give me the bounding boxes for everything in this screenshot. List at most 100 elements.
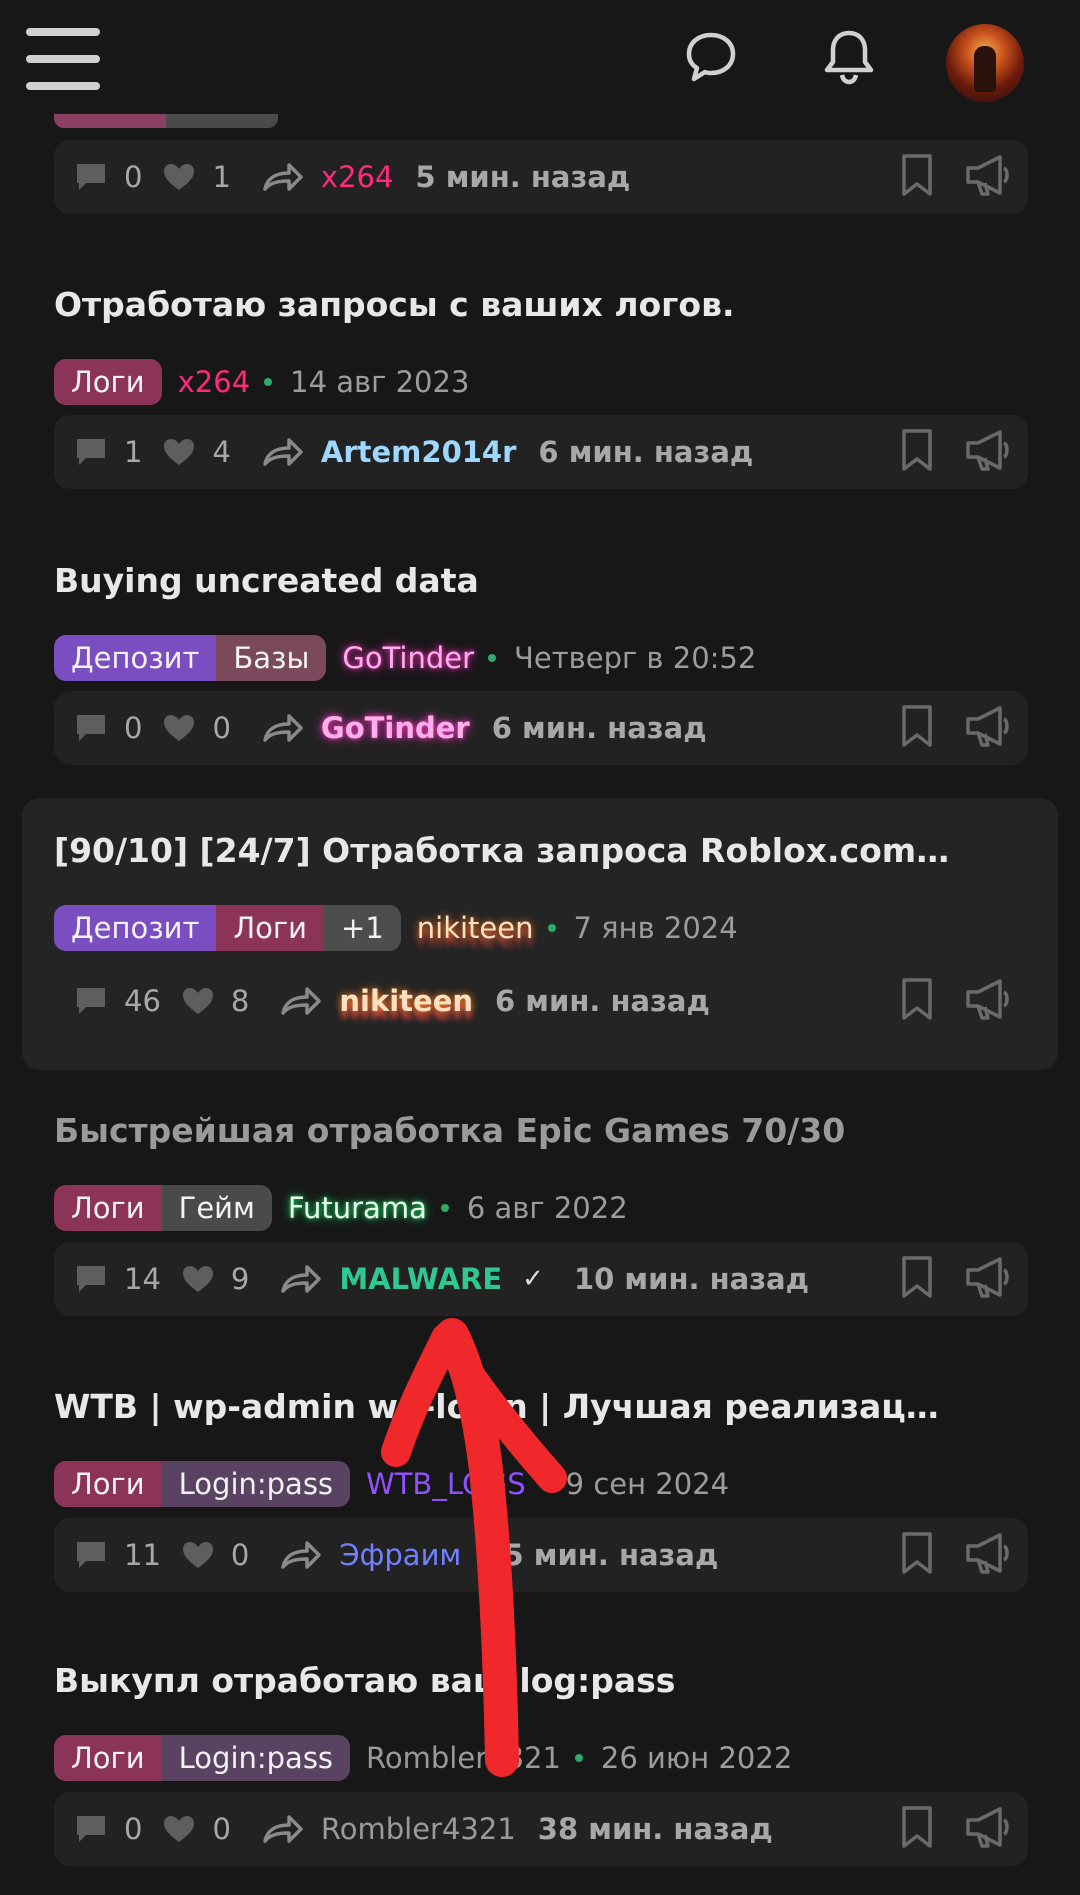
thread-meta: Депозит Логи +1 nikiteen 7 янв 2024 <box>54 904 738 952</box>
thread-item[interactable]: Buying uncreated data Депозит Базы GoTin… <box>0 556 1080 766</box>
like-count: 0 <box>230 1538 250 1572</box>
last-poster-link[interactable]: GoTinder <box>321 711 470 745</box>
thread-meta: Логи x264 14 авг 2023 <box>54 358 469 406</box>
thread-stats-bar: 14 9 MALWARE ✓ 10 мин. назад <box>54 1242 1028 1316</box>
tag-logi[interactable]: Логи <box>54 1735 162 1781</box>
thread-item-highlighted[interactable]: [90/10] [24/7] Отработка запроса Roblox.… <box>22 798 1058 1070</box>
heart-icon[interactable] <box>181 1540 215 1570</box>
bookmark-icon[interactable] <box>898 152 936 198</box>
thread-stats-bar: 0 0 GoTinder 6 мин. назад <box>54 691 1028 765</box>
thread-meta: Логи Login:pass WTB_LOGS 9 сен 2024 <box>54 1460 729 1508</box>
last-poster-link[interactable]: MALWARE <box>339 1262 502 1296</box>
last-poster-link[interactable]: Artem2014r <box>321 435 517 469</box>
thread-title[interactable]: Buying uncreated data <box>54 560 954 602</box>
speech-bubble-icon[interactable] <box>684 30 738 84</box>
reply-count: 14 <box>124 1262 161 1296</box>
thread-meta: Депозит Базы GoTinder Четверг в 20:52 <box>54 634 756 682</box>
comment-icon <box>77 439 105 465</box>
last-poster-link[interactable]: Эфраим <box>339 1538 461 1572</box>
megaphone-icon[interactable] <box>964 1254 1014 1300</box>
last-poster-link[interactable]: x264 <box>321 160 394 194</box>
thread-stats-bar: 46 8 nikiteen 6 мин. назад <box>54 964 1028 1038</box>
forward-arrow-icon <box>263 163 303 191</box>
bookmark-icon[interactable] <box>898 703 936 749</box>
megaphone-icon[interactable] <box>964 1530 1014 1576</box>
separator-dot <box>539 1480 548 1488</box>
heart-icon[interactable] <box>162 162 196 192</box>
thread-title[interactable]: Отработаю запросы с ваших логов. <box>54 284 954 326</box>
like-count: 0 <box>212 1812 231 1846</box>
heart-icon[interactable] <box>181 986 215 1016</box>
hamburger-menu-icon[interactable] <box>26 28 100 90</box>
bookmark-icon[interactable] <box>898 1804 936 1850</box>
megaphone-icon[interactable] <box>964 1804 1014 1850</box>
reply-count: 1 <box>124 435 143 469</box>
tag-logi[interactable]: Логи <box>54 1461 162 1507</box>
bookmark-icon[interactable] <box>898 1254 936 1300</box>
last-post-time: 6 мин. назад <box>538 435 754 469</box>
comment-icon <box>77 1266 105 1292</box>
thread-meta: Логи Login:pass Rombler4321 26 июн 2022 <box>54 1734 792 1782</box>
thread-stats-bar: 11 0 Эфраим 15 мин. назад <box>54 1518 1028 1592</box>
author-link[interactable]: WTB_LOGS <box>366 1467 526 1501</box>
tag-logi[interactable]: Логи <box>54 1185 162 1231</box>
thread-item[interactable]: Отработаю запросы с ваших логов. Логи x2… <box>0 280 1080 490</box>
comment-icon <box>77 988 105 1014</box>
like-count: 8 <box>230 984 250 1018</box>
thread-item[interactable]: Выкупл отработаю ваш log:pass Логи Login… <box>0 1660 1080 1870</box>
author-link[interactable]: nikiteen <box>417 911 534 945</box>
separator-dot <box>264 378 273 386</box>
like-count: 0 <box>212 711 231 745</box>
last-poster-link[interactable]: Rombler4321 <box>321 1812 516 1846</box>
thread-title[interactable]: WTB | wp-admin wp-login | Лучшая реализа… <box>54 1386 954 1428</box>
thread-item[interactable]: 0 1 x264 5 мин. назад <box>0 140 1080 214</box>
tag-login-pass[interactable]: Login:pass <box>161 1461 351 1507</box>
top-bar <box>0 0 1080 120</box>
tag-logi[interactable]: Логи <box>216 905 325 951</box>
heart-icon[interactable] <box>181 1264 215 1294</box>
megaphone-icon[interactable] <box>964 976 1014 1022</box>
separator-dot <box>440 1204 449 1212</box>
forward-arrow-icon <box>281 987 322 1015</box>
bell-icon[interactable] <box>822 28 876 86</box>
last-poster-link[interactable]: nikiteen <box>339 984 473 1018</box>
bookmark-icon[interactable] <box>898 427 936 473</box>
thread-item[interactable]: Быстрейшая отработка Epic Games 70/30 Ло… <box>0 1110 1080 1320</box>
megaphone-icon[interactable] <box>964 152 1014 198</box>
bookmark-icon[interactable] <box>898 976 936 1022</box>
heart-icon[interactable] <box>162 713 196 743</box>
thread-title[interactable]: Быстрейшая отработка Epic Games 70/30 <box>54 1110 954 1152</box>
tag-logi[interactable]: Логи <box>54 359 162 405</box>
user-avatar[interactable] <box>946 24 1024 102</box>
thread-title[interactable]: [90/10] [24/7] Отработка запроса Roblox.… <box>54 830 954 872</box>
tag-bazy[interactable]: Базы <box>216 635 327 681</box>
heart-icon[interactable] <box>162 1814 196 1844</box>
megaphone-icon[interactable] <box>964 427 1014 473</box>
forward-arrow-icon <box>263 1815 303 1843</box>
thread-stats-bar: 0 1 x264 5 мин. назад <box>54 140 1028 214</box>
author-link[interactable]: x264 <box>178 365 251 399</box>
tag-game[interactable]: Гейм <box>161 1185 272 1231</box>
tag-deposit[interactable]: Депозит <box>54 635 217 681</box>
reply-count: 11 <box>124 1538 161 1572</box>
thread-stats-bar: 1 4 Artem2014r 6 мин. назад <box>54 415 1028 489</box>
tag-more[interactable]: +1 <box>324 905 401 951</box>
reply-count: 0 <box>124 711 143 745</box>
author-link[interactable]: Rombler4321 <box>366 1741 561 1775</box>
comment-icon <box>77 164 105 190</box>
thread-date: 9 сен 2024 <box>565 1467 730 1501</box>
tag-login-pass[interactable]: Login:pass <box>161 1735 351 1781</box>
heart-icon[interactable] <box>162 437 196 467</box>
tag-deposit[interactable]: Депозит <box>54 905 217 951</box>
comment-icon <box>77 715 105 741</box>
thread-meta: Логи Гейм Futurama 6 авг 2022 <box>54 1184 628 1232</box>
partial-tag-group <box>54 114 278 128</box>
last-post-time: 6 мин. назад <box>491 711 707 745</box>
bookmark-icon[interactable] <box>898 1530 936 1576</box>
megaphone-icon[interactable] <box>964 703 1014 749</box>
last-post-time: 6 мин. назад <box>495 984 710 1018</box>
author-link[interactable]: GoTinder <box>342 641 474 675</box>
thread-title[interactable]: Выкупл отработаю ваш log:pass <box>54 1660 954 1702</box>
thread-item[interactable]: WTB | wp-admin wp-login | Лучшая реализа… <box>0 1386 1080 1596</box>
author-link[interactable]: Futurama <box>288 1191 427 1225</box>
